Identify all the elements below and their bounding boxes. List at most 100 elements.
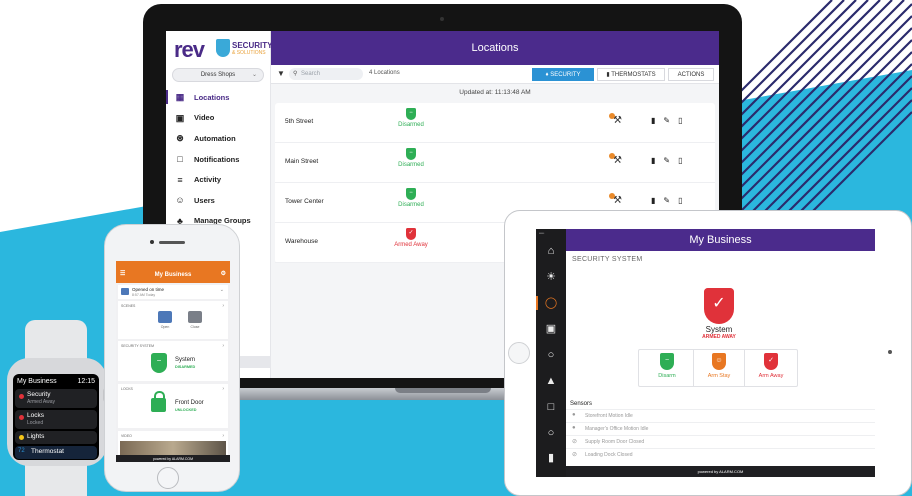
arm-stay-button[interactable]: ☺ Arm Stay — [693, 350, 745, 386]
watch-item-locks[interactable]: Locks Locked — [15, 410, 97, 429]
chevron-right-icon[interactable]: › — [222, 433, 224, 439]
signal-icon[interactable]: ▮ — [651, 116, 663, 125]
system-status: ARMED AWAY — [702, 334, 736, 340]
wrench-icon[interactable]: ⚒ — [609, 113, 622, 126]
table-row[interactable]: 5th Street − Disarmed ⚒ ▮✎▯ — [275, 103, 715, 143]
tablet-home-button[interactable] — [508, 342, 530, 364]
opened-card[interactable]: Opened on time 8:57 AM Today ⌄ — [118, 285, 228, 299]
weather-icon[interactable]: ☀ — [536, 269, 566, 285]
sidebar-item-notifications[interactable]: □ Notifications — [166, 149, 271, 170]
page-title: Locations — [271, 31, 719, 65]
row-actions[interactable]: ▮✎▯ — [651, 156, 691, 165]
home-icon[interactable]: ⌂ — [536, 243, 566, 259]
search-icon: ⚲ — [293, 71, 298, 77]
video-card[interactable]: VIDEO › — [118, 431, 228, 455]
system-title: System — [705, 325, 733, 334]
opened-sub: 8:57 AM Today — [132, 293, 156, 297]
brand-logo[interactable]: rev SECURITY & SOLUTIONS — [172, 37, 272, 63]
security-card[interactable]: SECURITY SYSTEM › − System DISARMED — [118, 341, 228, 381]
chevron-right-icon[interactable]: › — [222, 386, 224, 392]
search-placeholder: Search — [301, 71, 321, 77]
tablet-footer: powered by ALARM.COM — [566, 466, 875, 477]
tab-thermostats[interactable]: ▮ THERMOSTATS — [597, 68, 665, 81]
table-row[interactable]: Main Street − Disarmed ⚒ ▮✎▯ — [275, 143, 715, 183]
watch-item-security[interactable]: Security Armed Away — [15, 389, 97, 408]
button-label: Disarm — [658, 373, 676, 379]
scenes-caption: SCENES — [121, 304, 136, 308]
row-actions[interactable]: ▮✎▯ — [651, 116, 691, 125]
search-input[interactable]: ⚲ Search — [289, 68, 363, 80]
phone-title: My Business — [154, 272, 192, 278]
edit-icon[interactable]: ✎ — [663, 196, 678, 205]
sensor-label: Storefront Motion Idle — [585, 413, 633, 419]
row-actions[interactable]: ▮✎▯ — [651, 196, 691, 205]
filter-icon[interactable]: ▼ — [277, 69, 285, 78]
tablet-screen: ••••• ⌂ ☀ ◯ ▣ ○ ▲ □ ○ ▮ My Business SECU… — [536, 229, 875, 477]
shield-icon: − — [151, 353, 167, 373]
sensor-row[interactable]: ● Storefront Motion Idle — [566, 409, 875, 422]
thermostat-value: 72 — [18, 448, 25, 454]
sensor-row[interactable]: ⊘ Loading Dock Closed — [566, 448, 875, 461]
status-label: Armed Away — [394, 242, 428, 248]
chevron-right-icon[interactable]: › — [222, 303, 224, 309]
tab-security[interactable]: ♦ SECURITY — [532, 68, 594, 81]
phone-footer: powered by ALARM.COM — [116, 455, 230, 462]
location-name[interactable]: 5th Street — [285, 118, 313, 125]
watch-title: My Business — [17, 378, 57, 385]
chevron-right-icon[interactable]: › — [222, 343, 224, 349]
sensor-row[interactable]: ● Manager's Office Motion Idle — [566, 422, 875, 435]
shield-icon[interactable]: ◯ — [536, 295, 566, 311]
location-name[interactable]: Warehouse — [285, 238, 318, 245]
automation-icon: ⊛ — [176, 133, 184, 144]
watch-item-label: Security — [27, 391, 51, 398]
lightbulb-icon[interactable]: ○ — [536, 425, 566, 441]
video-caption: VIDEO — [121, 434, 132, 438]
wrench-icon[interactable]: ⚒ — [609, 153, 622, 166]
watch-item-thermostat[interactable]: 72 Thermostat — [15, 446, 97, 459]
sidebar-item-users[interactable]: ☺ Users — [166, 190, 271, 211]
logo-product: SECURITY — [232, 41, 273, 50]
scene-open-icon[interactable] — [158, 311, 172, 323]
menu-icon[interactable]: ☰ — [120, 270, 125, 277]
edit-icon[interactable]: ✎ — [663, 116, 678, 125]
sensor-label: Manager's Office Motion Idle — [585, 426, 649, 432]
sidebar-item-locations[interactable]: ▦ Locations — [166, 87, 271, 108]
phone-screen: ☰ My Business ⚙ Opened on time 8:57 AM T… — [116, 261, 230, 462]
phone-camera — [150, 240, 154, 244]
signal-icon[interactable]: ▮ — [651, 156, 663, 165]
arm-away-button[interactable]: ✓ Arm Away — [745, 350, 797, 386]
sidebar-item-activity[interactable]: ≡ Activity — [166, 169, 271, 190]
motion-icon: ● — [572, 412, 576, 418]
logo-shield-icon — [216, 39, 230, 57]
sidebar-item-video[interactable]: ▣ Video — [166, 108, 271, 129]
wrench-icon[interactable]: ⚒ — [609, 193, 622, 206]
signal-icon[interactable]: ▮ — [651, 196, 663, 205]
account-select[interactable]: Dress Shops ⌄ — [172, 68, 264, 82]
trash-icon[interactable]: ▯ — [678, 156, 690, 165]
settings-icon[interactable]: ⚙ — [221, 270, 226, 277]
image-icon[interactable]: ▣ — [536, 321, 566, 337]
trash-icon[interactable]: ▯ — [678, 196, 690, 205]
lock-icon[interactable]: ○ — [536, 347, 566, 363]
sidebar-item-automation[interactable]: ⊛ Automation — [166, 128, 271, 149]
arming-buttons: − Disarm ☺ Arm Stay ✓ Arm Away — [638, 349, 798, 387]
sensor-row[interactable]: ⊘ Supply Room Door Closed — [566, 435, 875, 448]
garage-icon[interactable]: ▲ — [536, 373, 566, 389]
trash-icon[interactable]: ▯ — [678, 116, 690, 125]
tab-actions[interactable]: ACTIONS — [668, 68, 714, 81]
watch-item-status: Armed Away — [27, 399, 55, 405]
phone-home-button[interactable] — [157, 467, 179, 489]
edit-icon[interactable]: ✎ — [663, 156, 678, 165]
location-name[interactable]: Main Street — [285, 158, 318, 165]
disarm-button[interactable]: − Disarm — [641, 350, 693, 386]
watch-item-label: Locks — [27, 412, 44, 419]
scene-close-icon[interactable] — [188, 311, 202, 323]
locks-card[interactable]: LOCKS › Front Door UNLOCKED — [118, 384, 228, 428]
video-camera-icon[interactable]: □ — [536, 399, 566, 415]
video-thumbnail[interactable] — [120, 441, 226, 455]
thermostat-icon[interactable]: ▮ — [536, 450, 566, 466]
location-name[interactable]: Tower Center — [285, 198, 324, 205]
section-title: SECURITY SYSTEM — [572, 256, 643, 263]
security-title: System — [175, 357, 196, 363]
watch-item-lights[interactable]: Lights — [15, 431, 97, 444]
